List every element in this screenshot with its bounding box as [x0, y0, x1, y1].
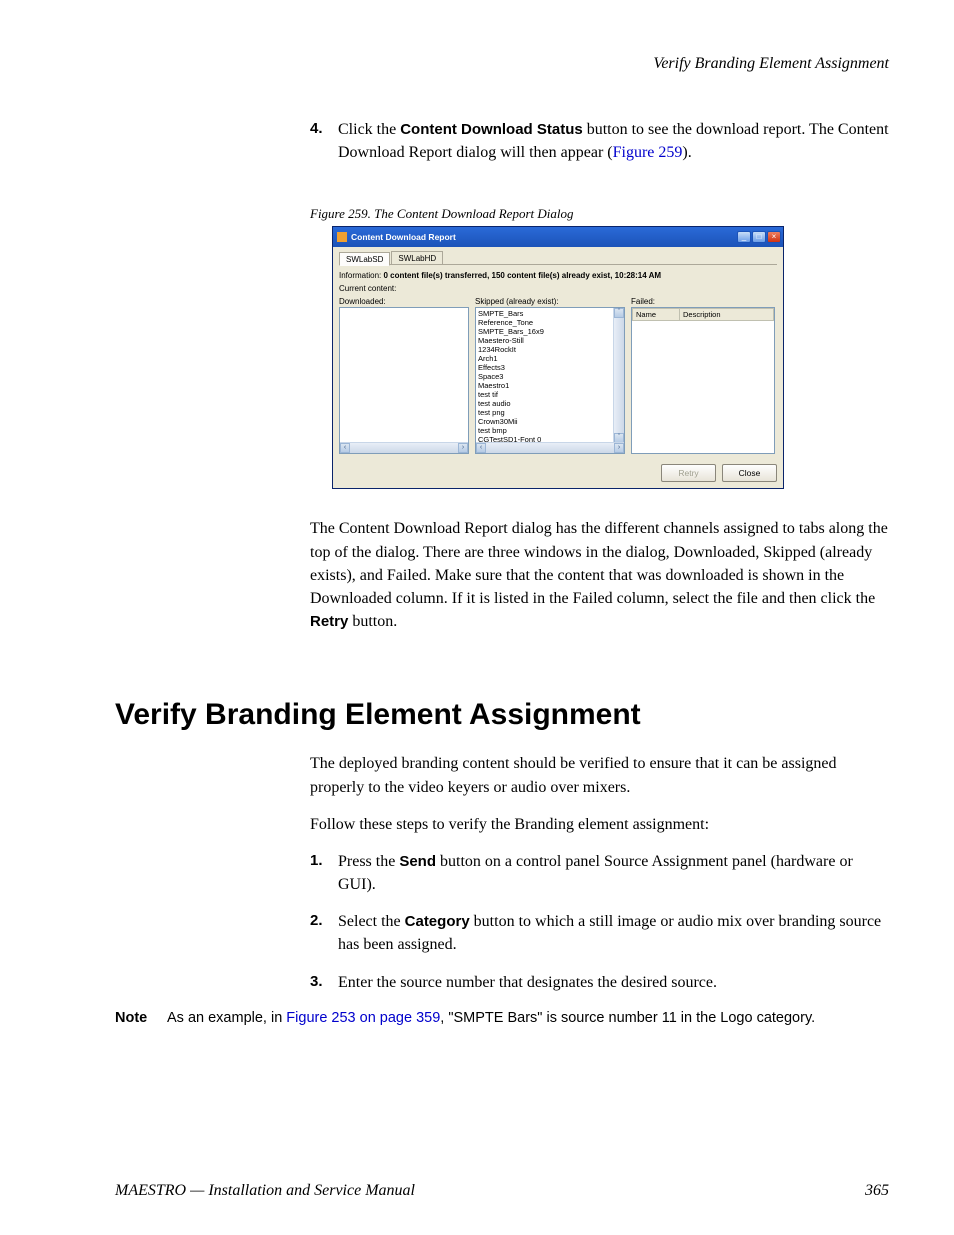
bold-term: Send — [399, 853, 436, 870]
footer-left: MAESTRO — Installation and Service Manua… — [115, 1182, 415, 1200]
list-item[interactable]: test png — [478, 408, 612, 417]
scroll-left-icon[interactable]: ‹ — [340, 443, 350, 453]
hscroll[interactable]: ‹ › — [476, 442, 624, 453]
list-item[interactable]: 1234RockIt — [478, 345, 612, 354]
close-dialog-button[interactable]: Close — [722, 464, 777, 482]
close-button[interactable]: × — [767, 231, 781, 243]
step-3: 3. Enter the source number that designat… — [310, 971, 889, 994]
note-label: Note — [113, 1008, 167, 1028]
text: , "SMPTE Bars" is source number 11 in th… — [440, 1010, 815, 1026]
current-label: Current content: — [339, 284, 396, 293]
paragraph: The Content Download Report dialog has t… — [310, 517, 889, 633]
hscroll[interactable]: ‹ › — [340, 442, 468, 453]
tab-swlabsd[interactable]: SWLabSD — [339, 252, 390, 266]
text: Enter the source number that designates … — [338, 974, 717, 991]
window-icon — [337, 232, 347, 242]
failed-header-name[interactable]: Name — [633, 309, 680, 320]
failed-list[interactable]: Name Description — [631, 307, 775, 454]
paragraph: Follow these steps to verify the Brandin… — [310, 813, 889, 836]
figure-link[interactable]: Figure 259 — [613, 144, 683, 161]
text: Click the — [338, 121, 400, 138]
minimize-button[interactable]: _ — [737, 231, 751, 243]
list-item[interactable]: Crown30Mii — [478, 417, 612, 426]
list-item[interactable]: Reference_Tone — [478, 318, 612, 327]
text: As an example, in — [167, 1010, 286, 1026]
step-number: 4. — [310, 118, 338, 164]
bold-term: Retry — [310, 613, 348, 630]
failed-header-desc[interactable]: Description — [680, 309, 773, 320]
info-value: 0 content file(s) transferred, 150 conte… — [383, 271, 661, 280]
page-footer: MAESTRO — Installation and Service Manua… — [115, 1182, 889, 1200]
list-item[interactable]: Quotes-Image 1 — [478, 453, 612, 454]
step-number: 3. — [310, 971, 338, 994]
col-skipped-label: Skipped (already exist): — [475, 297, 625, 306]
note-body: As an example, in Figure 253 on page 359… — [167, 1008, 889, 1028]
bold-term: Content Download Status — [400, 121, 583, 138]
info-row: Information: 0 content file(s) transferr… — [339, 271, 777, 280]
text: Select the — [338, 913, 405, 930]
list-item[interactable]: Space3 — [478, 372, 612, 381]
bold-term: Category — [405, 913, 470, 930]
skipped-list[interactable]: SMPTE_Bars Reference_Tone SMPTE_Bars_16x… — [475, 307, 625, 454]
tab-strip: SWLabSD SWLabHD — [339, 251, 777, 265]
step-body: Enter the source number that designates … — [338, 971, 889, 994]
text: ). — [682, 144, 691, 161]
text: Press the — [338, 853, 399, 870]
col-downloaded-label: Downloaded: — [339, 297, 469, 306]
note-block: Note As an example, in Figure 253 on pag… — [113, 1008, 889, 1028]
list-item[interactable]: Effects3 — [478, 363, 612, 372]
list-item[interactable]: Maestro1 — [478, 381, 612, 390]
heading-1: Verify Branding Element Assignment — [115, 698, 889, 732]
scroll-up-icon[interactable]: ˆ — [614, 308, 624, 318]
footer-page-number: 365 — [865, 1182, 889, 1200]
text: The Content Download Report dialog has t… — [310, 520, 888, 607]
downloaded-list[interactable]: ‹ › — [339, 307, 469, 454]
failed-header: Name Description — [632, 308, 774, 321]
tab-swlabhd[interactable]: SWLabHD — [391, 251, 443, 264]
list-item[interactable]: Maestero-Still — [478, 336, 612, 345]
step-body: Select the Category button to which a st… — [338, 910, 889, 956]
paragraph: The deployed branding content should be … — [310, 752, 889, 798]
step-2: 2. Select the Category button to which a… — [310, 910, 889, 956]
step-body: Click the Content Download Status button… — [338, 118, 889, 164]
scroll-right-icon[interactable]: › — [458, 443, 468, 453]
list-item[interactable]: SMPTE_Bars_16x9 — [478, 327, 612, 336]
vscroll[interactable]: ˆ ˇ — [613, 308, 624, 443]
window-title: Content Download Report — [351, 232, 737, 242]
maximize-button[interactable]: □ — [752, 231, 766, 243]
retry-button[interactable]: Retry — [661, 464, 716, 482]
list-item[interactable]: Arch1 — [478, 354, 612, 363]
step-number: 2. — [310, 910, 338, 956]
figure-link[interactable]: Figure 253 on page 359 — [286, 1010, 440, 1026]
step-1: 1. Press the Send button on a control pa… — [310, 850, 889, 896]
list-item[interactable]: test bmp — [478, 426, 612, 435]
dialog-window: Content Download Report _ □ × SWLabSD SW… — [332, 226, 784, 489]
scroll-left-icon[interactable]: ‹ — [476, 443, 486, 453]
list-item[interactable]: SMPTE_Bars — [478, 309, 612, 318]
step-body: Press the Send button on a control panel… — [338, 850, 889, 896]
figure-caption: Figure 259. The Content Download Report … — [310, 206, 889, 222]
running-head: Verify Branding Element Assignment — [115, 55, 889, 73]
text: button. — [348, 613, 397, 630]
col-failed-label: Failed: — [631, 297, 775, 306]
step-4: 4. Click the Content Download Status but… — [310, 118, 889, 164]
step-number: 1. — [310, 850, 338, 896]
titlebar: Content Download Report _ □ × — [333, 227, 783, 247]
list-item[interactable]: test tif — [478, 390, 612, 399]
info-label: Information: — [339, 271, 381, 280]
current-content-row: Current content: — [339, 284, 777, 293]
scroll-right-icon[interactable]: › — [614, 443, 624, 453]
list-item[interactable]: test audio — [478, 399, 612, 408]
